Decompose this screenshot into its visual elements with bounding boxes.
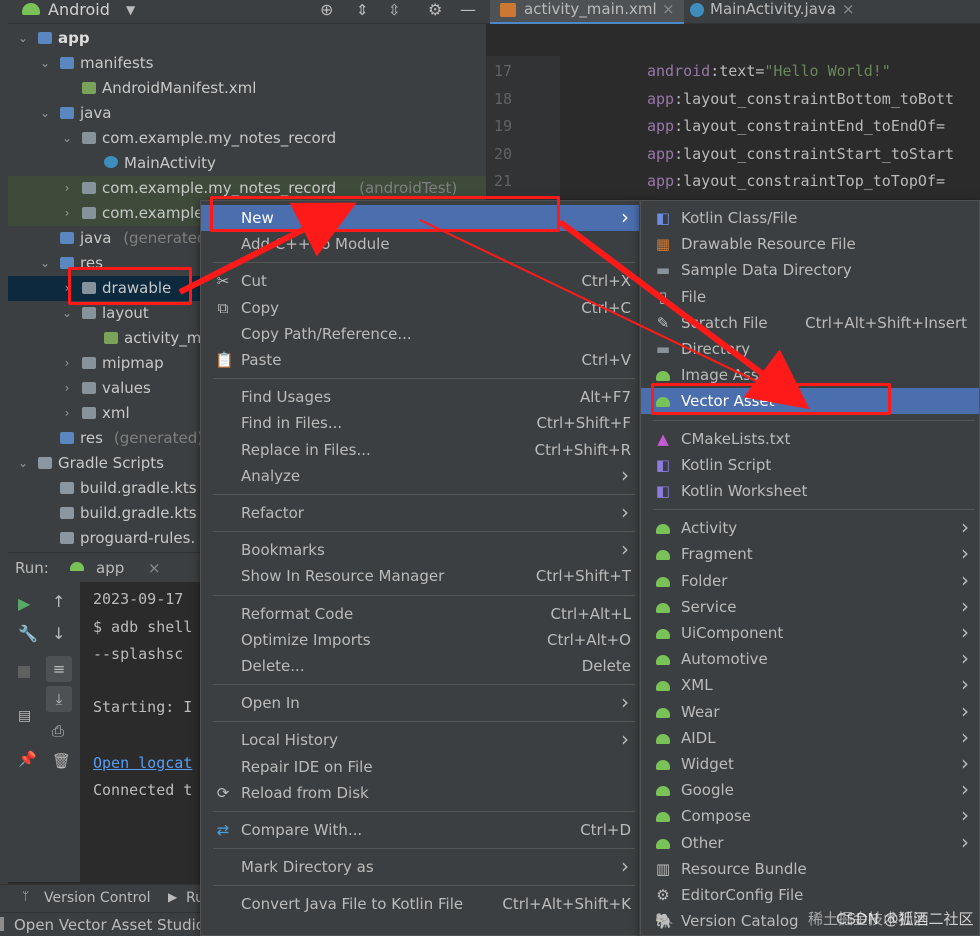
arrow-new-to-vector bbox=[558, 219, 810, 410]
arrow-drawable-to-new bbox=[178, 202, 357, 295]
watermark-csdn: CSDN @狐酒二社区 bbox=[836, 910, 974, 928]
arrow-new-to-vector-thin bbox=[419, 219, 801, 403]
annotation-arrows bbox=[178, 202, 810, 410]
